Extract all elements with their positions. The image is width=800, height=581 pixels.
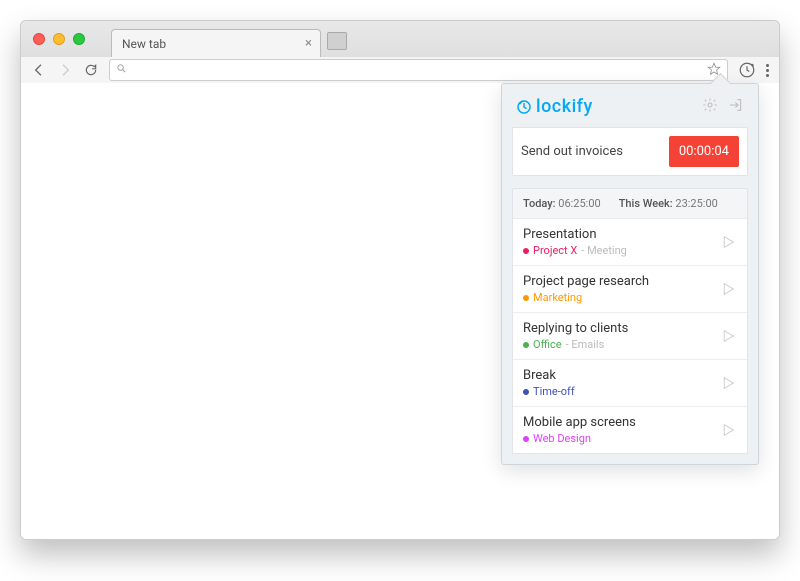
time-entry[interactable]: Mobile app screens Web Design	[513, 407, 747, 453]
time-entry[interactable]: Project page research Marketing	[513, 266, 747, 313]
close-window-button[interactable]	[33, 33, 45, 45]
project-color-dot	[523, 342, 529, 348]
entry-title: Presentation	[523, 227, 719, 242]
time-entry[interactable]: Replying to clients Office Emails	[513, 313, 747, 360]
search-icon	[116, 63, 127, 77]
entry-tag: Emails	[566, 338, 605, 351]
clockify-logo: lockify	[516, 96, 593, 117]
browser-window: New tab ×	[20, 20, 780, 540]
reload-button[interactable]	[83, 62, 99, 78]
today-label: Today:	[523, 197, 556, 210]
tab-bar: New tab ×	[111, 29, 347, 57]
settings-icon[interactable]	[702, 97, 718, 117]
clockify-popup: lockify Send out invoices 00:00:04 Today…	[501, 83, 759, 465]
entry-title: Mobile app screens	[523, 415, 719, 430]
time-entry[interactable]: Presentation Project X Meeting	[513, 219, 747, 266]
address-bar[interactable]	[109, 59, 728, 81]
entry-title: Replying to clients	[523, 321, 719, 336]
week-value: 23:25:00	[675, 197, 717, 210]
stop-timer-button[interactable]: 00:00:04	[669, 136, 739, 167]
browser-menu-button[interactable]	[766, 64, 769, 77]
url-input[interactable]	[133, 63, 707, 77]
logout-icon[interactable]	[728, 97, 744, 117]
entry-project: Project X	[533, 244, 577, 257]
entries-summary: Today: 06:25:00 This Week: 23:25:00	[513, 189, 747, 219]
play-icon[interactable]	[719, 374, 737, 392]
entry-project: Time-off	[533, 385, 575, 398]
titlebar: New tab ×	[21, 21, 779, 83]
browser-tab[interactable]: New tab ×	[111, 29, 321, 57]
project-color-dot	[523, 436, 529, 442]
entry-tag: Meeting	[581, 244, 627, 257]
entry-title: Break	[523, 368, 719, 383]
today-value: 06:25:00	[558, 197, 600, 210]
play-icon[interactable]	[719, 421, 737, 439]
tab-title: New tab	[122, 37, 166, 51]
entry-project: Office	[533, 338, 562, 351]
forward-button[interactable]	[57, 62, 73, 78]
new-tab-button[interactable]	[327, 32, 347, 50]
maximize-window-button[interactable]	[73, 33, 85, 45]
project-color-dot	[523, 389, 529, 395]
week-label: This Week:	[619, 197, 673, 210]
entry-project: Web Design	[533, 432, 591, 445]
timer-description[interactable]: Send out invoices	[521, 144, 661, 159]
time-entry[interactable]: Break Time-off	[513, 360, 747, 407]
close-tab-icon[interactable]: ×	[305, 36, 312, 51]
popup-header: lockify	[512, 94, 748, 127]
entry-project: Marketing	[533, 291, 582, 304]
toolbar	[21, 57, 779, 83]
entry-title: Project page research	[523, 274, 719, 289]
project-color-dot	[523, 295, 529, 301]
minimize-window-button[interactable]	[53, 33, 65, 45]
project-color-dot	[523, 248, 529, 254]
play-icon[interactable]	[719, 280, 737, 298]
back-button[interactable]	[31, 62, 47, 78]
active-timer: Send out invoices 00:00:04	[512, 127, 748, 176]
window-controls	[33, 33, 85, 45]
play-icon[interactable]	[719, 327, 737, 345]
clockify-extension-icon[interactable]	[738, 61, 756, 79]
time-entries: Today: 06:25:00 This Week: 23:25:00 Pres…	[512, 188, 748, 454]
brand-text: lockify	[536, 96, 593, 117]
play-icon[interactable]	[719, 233, 737, 251]
